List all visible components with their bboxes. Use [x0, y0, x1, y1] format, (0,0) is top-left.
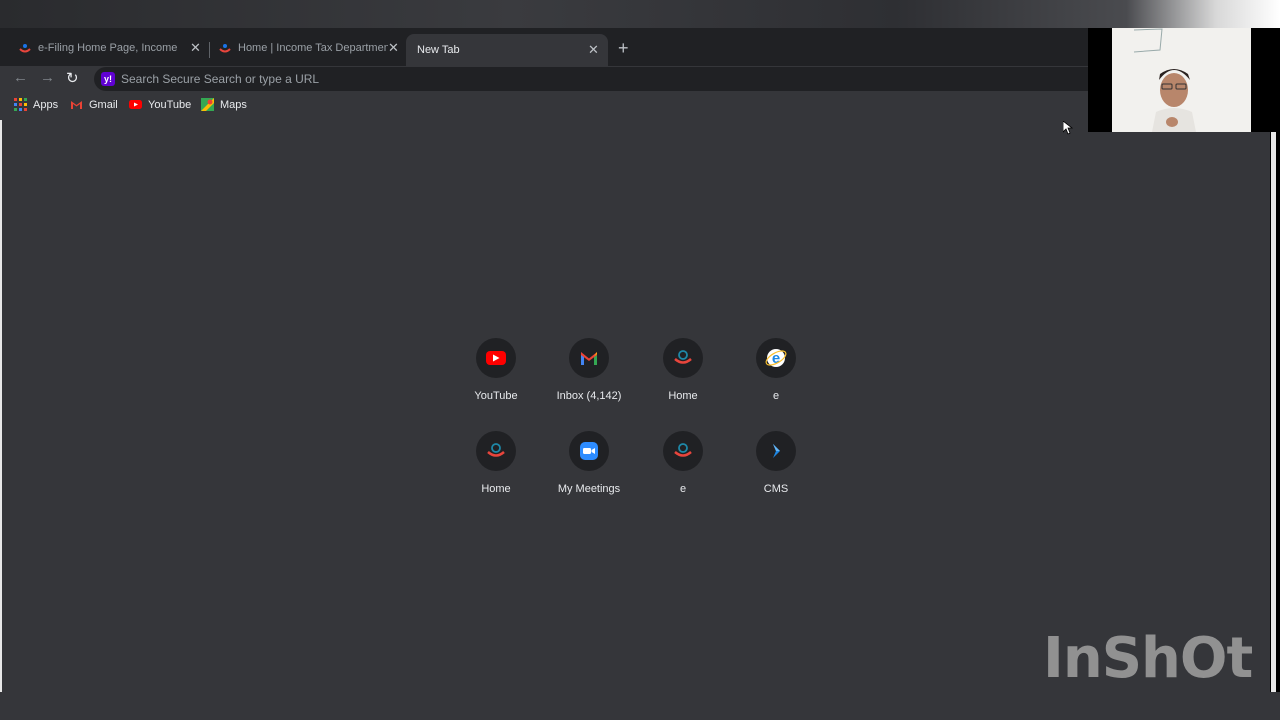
tab-title: e-Filing Home Page, Income Tax: [38, 42, 180, 54]
close-tab-icon[interactable]: ✕: [190, 40, 201, 56]
gmail-icon: [70, 98, 83, 111]
incometax-favicon-icon: [218, 41, 232, 55]
shortcut-icon-bg: [569, 431, 609, 471]
bookmark-maps[interactable]: Maps: [201, 98, 247, 111]
back-arrow-icon[interactable]: ←: [13, 69, 28, 86]
tab-income-tax-home[interactable]: Home | Income Tax Department ✕: [212, 34, 406, 62]
bookmarks-bar: Apps Gmail YouTube Maps: [0, 92, 1088, 121]
gmail-icon: [581, 352, 597, 365]
tab-efiling[interactable]: e-Filing Home Page, Income Tax ✕: [12, 34, 208, 62]
bookmark-label: Maps: [220, 98, 247, 111]
cms-icon: [773, 444, 780, 458]
shortcut-label: e: [679, 483, 687, 495]
webcam-overlay: [1088, 28, 1280, 132]
forward-arrow-icon[interactable]: →: [40, 69, 55, 86]
shortcut-label: Inbox (4,142): [556, 390, 622, 402]
shortcut-home[interactable]: Home: [636, 338, 730, 418]
internet-explorer-icon: e: [765, 349, 787, 367]
shortcut-e-ie[interactable]: e e: [729, 338, 823, 418]
video-left-edge: [0, 120, 2, 692]
shortcut-icon-bg: [569, 338, 609, 378]
new-tab-page: YouTube Inbox (4,142) Home e e Home My M…: [0, 120, 1270, 692]
bookmark-apps[interactable]: Apps: [14, 98, 58, 111]
apps-grid-icon: [14, 98, 27, 111]
shortcut-cms[interactable]: CMS: [729, 431, 823, 511]
reload-icon[interactable]: ↻: [66, 69, 79, 87]
address-bar[interactable]: y! Search Secure Search or type a URL: [94, 67, 1088, 91]
shortcut-icon-bg: [756, 431, 796, 471]
shortcut-label: YouTube: [474, 390, 518, 402]
shortcut-e-incometax[interactable]: e: [636, 431, 730, 511]
incometax-logo-icon: [674, 350, 692, 364]
shortcut-label: CMS: [763, 483, 789, 495]
bookmark-label: Gmail: [89, 98, 118, 111]
video-bottom-band: [0, 692, 1280, 720]
address-bar-placeholder: Search Secure Search or type a URL: [121, 72, 320, 86]
close-tab-icon[interactable]: ✕: [588, 42, 599, 58]
bookmark-label: YouTube: [148, 98, 192, 111]
shortcut-gmail-inbox[interactable]: Inbox (4,142): [542, 338, 636, 418]
shortcut-icon-bg: e: [756, 338, 796, 378]
mouse-cursor-icon: [1063, 121, 1073, 135]
presenter-video-icon: [1112, 28, 1251, 132]
shortcut-label: Home: [668, 390, 698, 402]
zoom-icon: [580, 442, 598, 460]
tab-title: Home | Income Tax Department: [238, 42, 388, 54]
toolbar: ← → ↻ y! Search Secure Search or type a …: [0, 66, 1088, 92]
new-tab-button[interactable]: +: [618, 38, 629, 59]
bookmark-label: Apps: [33, 98, 59, 111]
tab-divider: [209, 42, 210, 58]
close-tab-icon[interactable]: ✕: [388, 40, 399, 56]
shortcut-label: My Meetings: [557, 483, 621, 495]
bookmark-youtube[interactable]: YouTube: [129, 98, 191, 111]
shortcut-label: e: [772, 390, 780, 402]
yahoo-search-engine-icon: y!: [101, 72, 115, 86]
tab-title: New Tab: [417, 44, 460, 56]
tab-strip: e-Filing Home Page, Income Tax ✕ Home | …: [0, 28, 1088, 66]
shortcut-youtube[interactable]: YouTube: [449, 338, 543, 418]
incometax-favicon-icon: [18, 41, 32, 55]
shortcut-icon-bg: [476, 431, 516, 471]
bookmark-gmail[interactable]: Gmail: [70, 98, 118, 111]
incometax-logo-icon: [487, 443, 505, 457]
video-top-band: [0, 0, 1280, 28]
youtube-icon: [486, 351, 506, 365]
shortcut-icon-bg: [663, 431, 703, 471]
shortcut-my-meetings[interactable]: My Meetings: [542, 431, 636, 511]
youtube-icon: [129, 98, 142, 111]
inshot-watermark: InShOt: [1043, 626, 1253, 691]
shortcut-icon-bg: [663, 338, 703, 378]
shortcut-label: Home: [481, 483, 511, 495]
tab-new-tab[interactable]: New Tab ✕: [406, 34, 608, 66]
webcam-frame: [1112, 28, 1251, 132]
maps-icon: [201, 98, 214, 111]
browser-chrome: e-Filing Home Page, Income Tax ✕ Home | …: [0, 28, 1088, 121]
shortcut-home-2[interactable]: Home: [449, 431, 543, 511]
scrollbar-track[interactable]: [1270, 132, 1280, 692]
scrollbar-thumb[interactable]: [1271, 132, 1276, 692]
incometax-logo-icon: [674, 443, 692, 457]
shortcut-icon-bg: [476, 338, 516, 378]
